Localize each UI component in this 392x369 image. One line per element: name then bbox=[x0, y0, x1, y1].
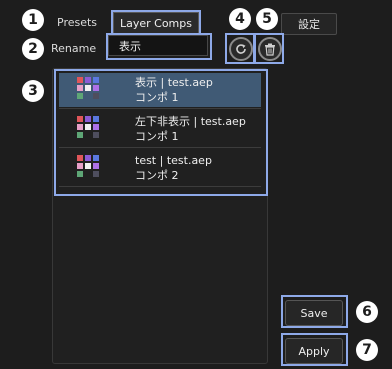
rename-highlight bbox=[106, 33, 212, 60]
callout-7-badge: 7 bbox=[356, 339, 378, 361]
callout-5-badge: 5 bbox=[256, 8, 278, 30]
list-highlight bbox=[54, 69, 268, 196]
apply-highlight bbox=[281, 333, 348, 366]
callout-1-badge: 1 bbox=[22, 9, 44, 31]
refresh-highlight bbox=[225, 33, 255, 64]
callout-6-badge: 6 bbox=[356, 301, 378, 323]
save-highlight bbox=[281, 295, 348, 328]
presets-label: Presets bbox=[57, 16, 98, 29]
callout-3-badge: 3 bbox=[22, 80, 44, 102]
callout-4-badge: 4 bbox=[229, 8, 251, 30]
rename-label: Rename bbox=[51, 42, 97, 55]
settings-button[interactable]: 設定 bbox=[281, 13, 337, 35]
callout-2-badge: 2 bbox=[22, 38, 44, 60]
delete-highlight bbox=[254, 33, 284, 64]
